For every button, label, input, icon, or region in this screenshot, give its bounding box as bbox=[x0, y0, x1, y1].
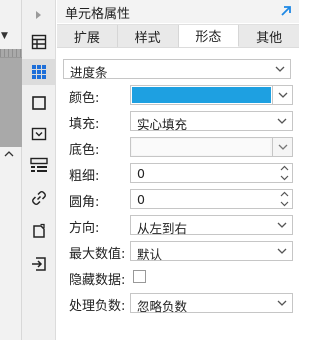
bgcolor-row: 底色: bbox=[57, 137, 299, 158]
bgcolor-picker[interactable] bbox=[130, 137, 293, 157]
chevron-down-icon[interactable] bbox=[272, 138, 292, 156]
chevron-down-icon[interactable] bbox=[280, 175, 289, 181]
link-icon[interactable] bbox=[22, 185, 56, 211]
direction-label: 方向: bbox=[69, 221, 100, 236]
spinner[interactable] bbox=[276, 164, 292, 182]
width-row: 粗细: 0 bbox=[57, 163, 299, 184]
hide-label: 隐藏数据: bbox=[69, 273, 126, 288]
max-select-value: 默认 bbox=[137, 247, 163, 262]
chevron-down-icon[interactable] bbox=[272, 86, 292, 104]
color-label: 颜色: bbox=[69, 91, 100, 106]
panel-titlebar: 单元格属性 bbox=[57, 0, 299, 23]
hide-checkbox[interactable] bbox=[133, 270, 146, 283]
tab-other[interactable]: 其他 bbox=[239, 25, 299, 47]
square-icon[interactable] bbox=[22, 90, 56, 116]
dropdown-box-icon[interactable] bbox=[22, 121, 56, 147]
type-select-value: 进度条 bbox=[70, 65, 108, 80]
rotate-icon[interactable] bbox=[22, 218, 56, 244]
chevron-right-icon[interactable] bbox=[22, 2, 56, 28]
negative-row: 处理负数: 忽略负数 bbox=[57, 293, 299, 314]
tab-style[interactable]: 样式 bbox=[118, 25, 179, 47]
cell-properties-panel: 单元格属性 扩展 样式 形态 其他 进度条 颜色: 填充: 实心填充 底色: 粗… bbox=[57, 0, 299, 340]
max-select[interactable]: 默认 bbox=[130, 241, 293, 262]
bgcolor-label: 底色: bbox=[69, 143, 100, 158]
chevron-down-icon[interactable] bbox=[272, 294, 292, 312]
fill-label: 填充: bbox=[69, 117, 100, 132]
chevron-down-icon[interactable] bbox=[272, 242, 292, 260]
panel-title: 单元格属性 bbox=[65, 7, 131, 22]
chevron-down-icon[interactable] bbox=[272, 216, 292, 234]
chevron-down-icon[interactable] bbox=[280, 201, 289, 207]
spinner[interactable] bbox=[276, 190, 292, 208]
adjacent-panel-strip: ▼ bbox=[0, 0, 22, 340]
radius-label: 圆角: bbox=[69, 195, 100, 210]
max-label: 最大数值: bbox=[69, 247, 126, 262]
expand-arrow-icon[interactable] bbox=[279, 4, 293, 18]
list-form-icon[interactable] bbox=[22, 152, 56, 178]
negative-select[interactable]: 忽略负数 bbox=[130, 293, 293, 314]
export-icon[interactable] bbox=[22, 251, 56, 277]
color-swatch[interactable] bbox=[132, 87, 271, 103]
fill-select-value: 实心填充 bbox=[137, 117, 188, 132]
width-value: 0 bbox=[137, 166, 145, 181]
grid-dots-icon[interactable] bbox=[22, 59, 56, 85]
direction-select-value: 从左到右 bbox=[137, 221, 188, 236]
negative-select-value: 忽略负数 bbox=[137, 299, 188, 314]
chevron-up-icon[interactable] bbox=[4, 150, 14, 160]
type-select[interactable]: 进度条 bbox=[63, 59, 291, 80]
fill-row: 填充: 实心填充 bbox=[57, 111, 299, 132]
chevron-up-icon[interactable] bbox=[280, 165, 289, 171]
ruler bbox=[0, 49, 22, 58]
icon-rail bbox=[22, 0, 56, 340]
tab-form[interactable]: 形态 bbox=[178, 25, 240, 47]
bgcolor-swatch[interactable] bbox=[132, 139, 270, 155]
color-row: 颜色: bbox=[57, 85, 299, 106]
canvas-area bbox=[0, 49, 22, 147]
radius-row: 圆角: 0 bbox=[57, 189, 299, 210]
negative-label: 处理负数: bbox=[69, 299, 126, 314]
fill-select[interactable]: 实心填充 bbox=[130, 111, 293, 132]
max-row: 最大数值: 默认 bbox=[57, 241, 299, 262]
table-icon[interactable] bbox=[22, 29, 56, 55]
color-picker[interactable] bbox=[130, 85, 293, 105]
radius-value: 0 bbox=[137, 192, 145, 207]
chevron-up-icon[interactable] bbox=[280, 191, 289, 197]
tab-expand[interactable]: 扩展 bbox=[57, 25, 118, 47]
radius-stepper[interactable]: 0 bbox=[130, 189, 293, 209]
type-row: 进度条 bbox=[57, 59, 299, 80]
chevron-down-icon[interactable] bbox=[272, 112, 292, 130]
direction-row: 方向: 从左到右 bbox=[57, 215, 299, 236]
chevron-down-icon[interactable] bbox=[270, 60, 290, 78]
hide-row: 隐藏数据: bbox=[57, 267, 299, 288]
direction-select[interactable]: 从左到右 bbox=[130, 215, 293, 236]
tab-bar: 扩展 样式 形态 其他 bbox=[57, 24, 299, 48]
width-label: 粗细: bbox=[69, 169, 100, 184]
width-stepper[interactable]: 0 bbox=[130, 163, 293, 183]
triangle-down-icon: ▼ bbox=[1, 31, 8, 41]
